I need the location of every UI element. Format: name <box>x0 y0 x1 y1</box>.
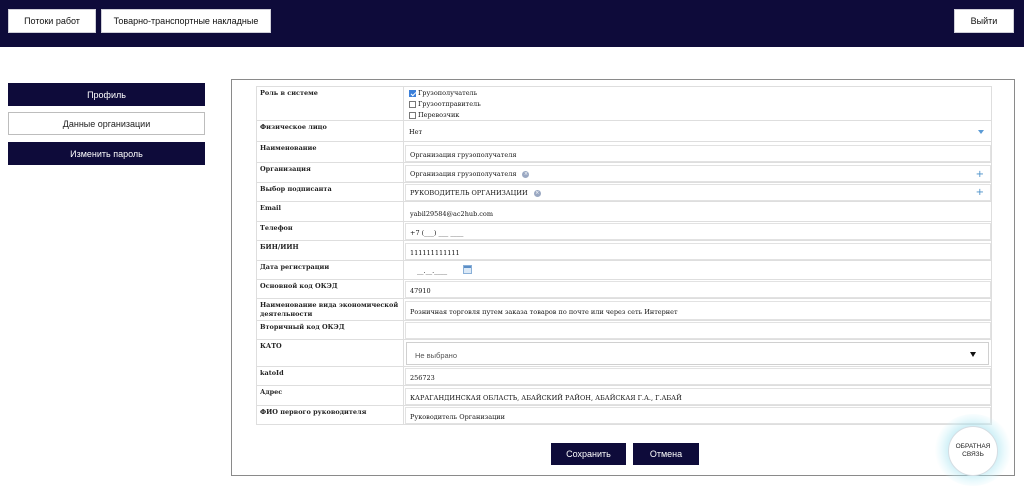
form-row-signer: Выбор подписанта РУКОВОДИТЕЛЬ ОРГАНИЗАЦИ… <box>256 183 992 202</box>
role-label: Роль в системе <box>257 87 404 120</box>
shipper-label: Грузоотправитель <box>418 100 481 108</box>
individual-label: Физическое лицо <box>257 121 404 141</box>
plus-icon[interactable]: + <box>976 170 984 180</box>
address-value: КАРАГАНДИНСКАЯ ОБЛАСТЬ, АБАЙСКИЙ РАЙОН, … <box>410 394 682 402</box>
chevron-down-icon[interactable] <box>970 352 976 357</box>
bin-label: БИН/ИИН <box>257 241 404 260</box>
katoid-field[interactable]: 256723 <box>405 368 991 385</box>
katoid-value: 256723 <box>410 374 435 382</box>
katoid-label: katoId <box>257 367 404 385</box>
save-button[interactable]: Сохранить <box>551 443 626 465</box>
feedback-label-line1: ОБРАТНАЯ <box>955 442 991 450</box>
clear-icon[interactable]: × <box>533 189 541 197</box>
workflows-button[interactable]: Потоки работ <box>8 9 96 33</box>
form-row-phone: Телефон +7 (___) ___ ____ <box>256 222 992 241</box>
organization-select[interactable]: Организация грузополучателя × + <box>405 165 991 182</box>
consignee-label: Грузополучатель <box>418 89 478 97</box>
logout-button[interactable]: Выйти <box>954 9 1014 33</box>
waybills-button[interactable]: Товарно-транспортные накладные <box>101 9 271 33</box>
head-field[interactable]: Руководитель Организации <box>405 407 991 424</box>
sidebar-item-organization-data[interactable]: Данные организации <box>8 112 205 135</box>
form-row-okved-secondary: Вторичный код ОКЭД <box>256 321 992 340</box>
cancel-button[interactable]: Отмена <box>633 443 699 465</box>
form-row-head: ФИО первого руководителя Руководитель Ор… <box>256 406 992 425</box>
okved-secondary-label: Вторичный код ОКЭД <box>257 321 404 339</box>
carrier-checkbox[interactable] <box>409 111 416 119</box>
okved-field[interactable]: 47910 <box>405 281 991 298</box>
form-row-email: Email yabil29584@ac2hub.com <box>256 202 992 222</box>
phone-value: +7 (___) ___ ____ <box>410 229 464 237</box>
name-label: Наименование <box>257 142 404 162</box>
kato-value: Не выбрано <box>415 351 457 360</box>
phone-label: Телефон <box>257 222 404 240</box>
form-row-address: Адрес КАРАГАНДИНСКАЯ ОБЛАСТЬ, АБАЙСКИЙ Р… <box>256 386 992 406</box>
form-row-organization: Организация Организация грузополучателя ×… <box>256 163 992 183</box>
feedback-label-line2: СВЯЗЬ <box>962 451 984 458</box>
form-row-activity: Наименование вида экономической деятельн… <box>256 299 992 321</box>
email-value: yabil29584@ac2hub.com <box>410 210 494 218</box>
kato-select[interactable]: Не выбрано <box>406 342 989 365</box>
okved-label: Основной код ОКЭД <box>257 280 404 298</box>
organization-label: Организация <box>257 163 404 182</box>
email-field[interactable]: yabil29584@ac2hub.com <box>405 204 991 221</box>
activity-value: Розничная торговля путем заказа товаров … <box>410 308 678 316</box>
kato-label: КАТО <box>257 340 404 366</box>
form-row-katoid: katoId 256723 <box>256 367 992 386</box>
bin-field[interactable]: 111111111111 <box>405 243 991 260</box>
activity-label: Наименование вида экономической деятельн… <box>257 299 404 320</box>
consignee-checkbox[interactable] <box>409 89 416 97</box>
sidebar-item-profile[interactable]: Профиль <box>8 83 205 106</box>
form-row-bin: БИН/ИИН 111111111111 <box>256 241 992 261</box>
role-option-consignee[interactable]: Грузополучатель <box>409 89 477 97</box>
head-label: ФИО первого руководителя <box>257 406 404 424</box>
phone-field[interactable]: +7 (___) ___ ____ <box>405 223 991 240</box>
name-input[interactable]: Организация грузополучателя <box>405 145 991 162</box>
form-row-kato: КАТО Не выбрано <box>256 340 992 367</box>
okved-value: 47910 <box>410 287 431 295</box>
email-label: Email <box>257 202 404 221</box>
organization-value: Организация грузополучателя <box>410 170 517 178</box>
name-value: Организация грузополучателя <box>410 151 517 159</box>
clear-icon[interactable]: × <box>522 170 530 178</box>
carrier-label: Перевозчик <box>418 111 460 119</box>
calendar-icon[interactable] <box>463 265 472 274</box>
reg-date-input[interactable]: __.__.____ <box>417 267 447 275</box>
shipper-checkbox[interactable] <box>409 100 416 108</box>
okved-secondary-field[interactable] <box>405 322 991 339</box>
form-row-role: Роль в системе Грузополучатель Грузоотпр… <box>256 86 992 121</box>
role-option-shipper[interactable]: Грузоотправитель <box>409 100 481 108</box>
individual-value: Нет <box>409 128 423 136</box>
individual-select[interactable]: Нет <box>405 121 991 141</box>
head-value: Руководитель Организации <box>410 413 505 421</box>
signer-value: РУКОВОДИТЕЛЬ ОРГАНИЗАЦИИ <box>410 189 528 197</box>
activity-field[interactable]: Розничная торговля путем заказа товаров … <box>405 301 991 320</box>
chevron-down-icon[interactable] <box>978 130 984 134</box>
form-row-individual: Физическое лицо Нет <box>256 121 992 142</box>
address-label: Адрес <box>257 386 404 405</box>
signer-select[interactable]: РУКОВОДИТЕЛЬ ОРГАНИЗАЦИИ × + <box>405 184 991 201</box>
form-row-name: Наименование Организация грузополучателя <box>256 142 992 163</box>
reg-date-label: Дата регистрации <box>257 261 404 279</box>
plus-icon[interactable]: + <box>976 188 984 198</box>
feedback-button[interactable]: ОБРАТНАЯ СВЯЗЬ <box>948 426 998 476</box>
form-row-reg-date: Дата регистрации __.__.____ <box>256 261 992 280</box>
bin-value: 111111111111 <box>410 249 460 257</box>
sidebar-item-change-password[interactable]: Изменить пароль <box>8 142 205 165</box>
address-field[interactable]: КАРАГАНДИНСКАЯ ОБЛАСТЬ, АБАЙСКИЙ РАЙОН, … <box>405 388 991 405</box>
form-row-okved: Основной код ОКЭД 47910 <box>256 280 992 299</box>
signer-label: Выбор подписанта <box>257 183 404 201</box>
role-option-carrier[interactable]: Перевозчик <box>409 111 459 119</box>
